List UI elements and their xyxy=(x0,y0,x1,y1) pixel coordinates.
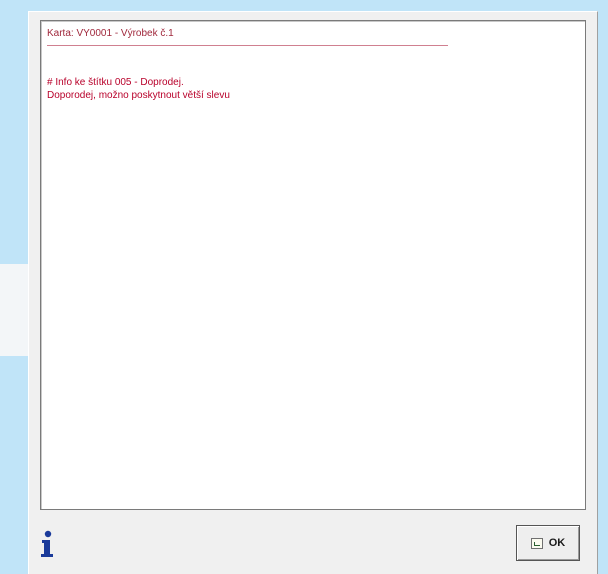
note-line-1: # Info ke štítku 005 - Doprodej. xyxy=(47,77,184,88)
note-dialog: Karta: VY0001 - Výrobek č.1 # Info ke št… xyxy=(28,11,598,574)
info-icon xyxy=(41,530,53,557)
ok-button-label: OK xyxy=(548,537,566,549)
ok-button[interactable]: OK xyxy=(516,525,580,561)
confirm-icon xyxy=(530,537,543,549)
card-title: Karta: VY0001 - Výrobek č.1 xyxy=(47,28,174,39)
note-text-area[interactable]: Karta: VY0001 - Výrobek č.1 # Info ke št… xyxy=(40,20,586,510)
header-divider xyxy=(47,45,448,46)
note-line-2: Doporodej, možno poskytnout větší slevu xyxy=(47,90,230,101)
